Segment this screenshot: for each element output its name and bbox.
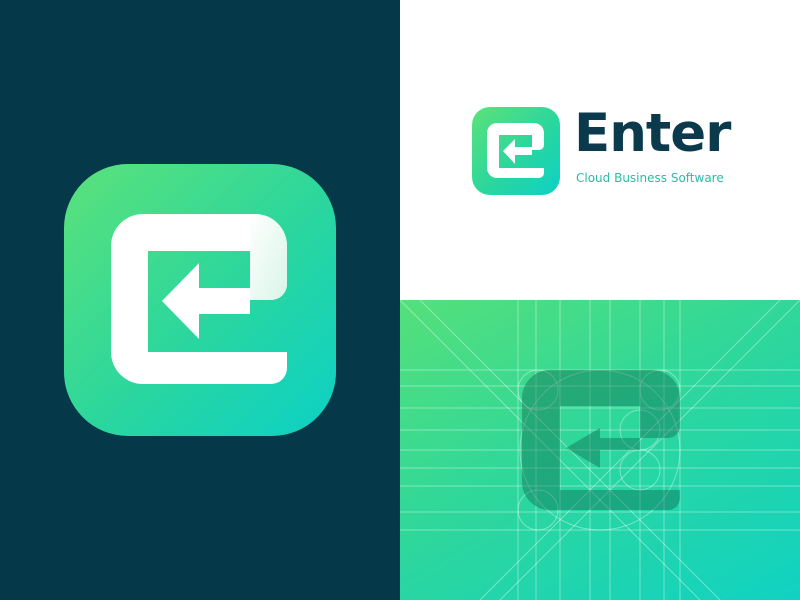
brand-tagline: Cloud Business Software [576,171,724,185]
construction-grid-panel [400,300,800,600]
dark-panel [0,0,400,600]
enter-arrow-e-icon [522,370,680,510]
logo-icon [472,107,560,195]
brand-wordmark: Enter [574,103,731,164]
app-icon [64,164,336,436]
enter-arrow-e-icon [111,214,287,384]
construction-grid [400,300,800,600]
